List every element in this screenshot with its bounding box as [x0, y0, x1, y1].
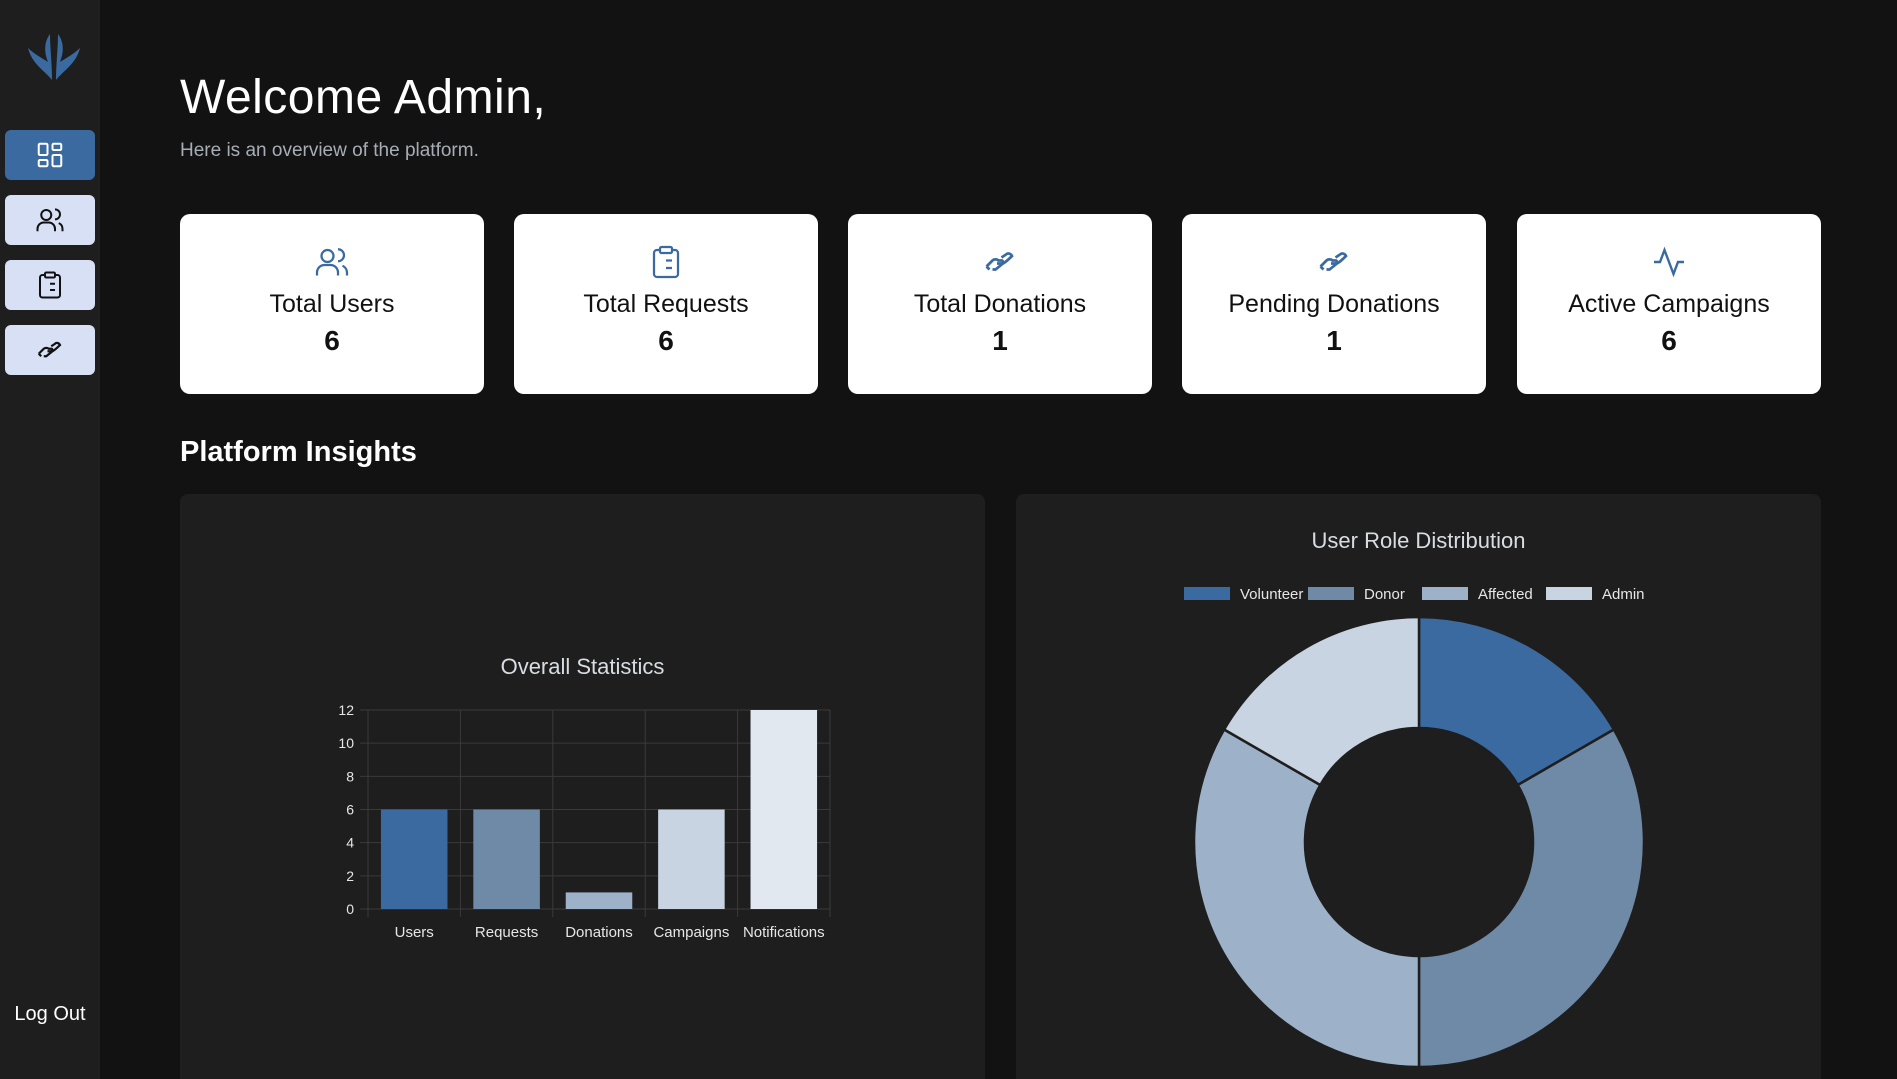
x-tick-label: Campaigns: [653, 924, 729, 941]
stat-value: 6: [1661, 325, 1677, 356]
stat-value: 6: [324, 325, 340, 356]
bar: [750, 710, 818, 909]
page-title: Welcome Admin,: [180, 71, 547, 124]
stat-label: Total Requests: [583, 290, 749, 318]
nav-donations[interactable]: [5, 325, 95, 375]
stat-card-pending-donations: Pending Donations 1: [1182, 214, 1486, 394]
y-tick-label: 6: [346, 802, 354, 818]
bar: [380, 809, 448, 909]
doughnut-slice: [1417, 727, 1646, 1069]
x-tick-label: Requests: [475, 924, 538, 941]
stat-label: Pending Donations: [1228, 290, 1440, 318]
bar: [658, 809, 725, 909]
donation-hand-icon: [37, 341, 62, 358]
sidebar: Log Out: [0, 0, 100, 1079]
y-tick-label: 4: [346, 835, 354, 851]
stat-card-total-donations: Total Donations 1: [848, 214, 1152, 394]
y-tick-label: 0: [346, 901, 354, 917]
doughnut-slice: [1192, 727, 1421, 1069]
bar: [565, 892, 633, 909]
legend-label: Donor: [1364, 586, 1405, 603]
y-tick-label: 2: [346, 868, 354, 884]
y-tick-label: 8: [346, 768, 354, 784]
activity-pulse-icon: [1654, 246, 1684, 278]
x-tick-label: Notifications: [743, 924, 825, 941]
clipboard-list-icon: [652, 245, 680, 279]
page-subtitle: Here is an overview of the platform.: [180, 140, 479, 161]
y-tick-label: 10: [338, 735, 354, 751]
user-role-distribution-chart: Volunteer Donor Affected Admin: [1184, 586, 1646, 1069]
stat-card-active-campaigns: Active Campaigns 6: [1517, 214, 1821, 394]
users-icon: [36, 208, 64, 232]
x-tick-label: Donations: [565, 924, 633, 941]
legend-label: Affected: [1478, 586, 1533, 603]
donation-hand-icon: [985, 252, 1014, 271]
stat-card-total-users: Total Users 6: [180, 214, 484, 394]
stat-label: Active Campaigns: [1568, 290, 1770, 318]
y-tick-label: 12: [338, 702, 354, 718]
users-icon: [315, 248, 349, 276]
doughnut-chart-panel: User Role Distribution Volunteer Donor Aff…: [1016, 494, 1821, 1079]
stat-label: Total Donations: [913, 290, 1087, 318]
legend-label: Admin: [1602, 586, 1645, 603]
x-tick-label: Users: [395, 924, 434, 941]
overall-statistics-chart: 0 2 4 6 8 10 12 Users Requests Donations Campaigns…: [338, 702, 831, 941]
nav-requests[interactable]: [5, 260, 95, 310]
section-title-platform-insights: Platform Insights: [180, 436, 417, 468]
hands-logo-icon[interactable]: [22, 30, 86, 86]
legend-swatch: [1422, 587, 1468, 600]
donation-hand-icon: [1319, 252, 1348, 271]
bar: [473, 809, 540, 909]
stat-value: 1: [992, 325, 1008, 356]
stats-cards: Total Users 6 Total Requests 6 Total Don…: [180, 214, 1821, 394]
stat-value: 1: [1326, 325, 1342, 356]
stat-value: 6: [658, 325, 674, 356]
legend-swatch: [1308, 587, 1354, 600]
legend-label: Volunteer: [1240, 586, 1303, 603]
clipboard-list-icon: [39, 271, 61, 299]
legend-swatch: [1184, 587, 1230, 600]
bar-chart-panel: Overall Statistics 0 2 4 6 8 10 12 Users Request…: [180, 494, 985, 1079]
nav-users[interactable]: [5, 195, 95, 245]
dashboard-grid-icon: [37, 142, 63, 168]
nav-dashboard[interactable]: [5, 130, 95, 180]
legend-swatch: [1546, 587, 1592, 600]
logout-button[interactable]: Log Out: [0, 1003, 100, 1026]
stat-label: Total Users: [269, 290, 395, 318]
stat-card-total-requests: Total Requests 6: [514, 214, 818, 394]
